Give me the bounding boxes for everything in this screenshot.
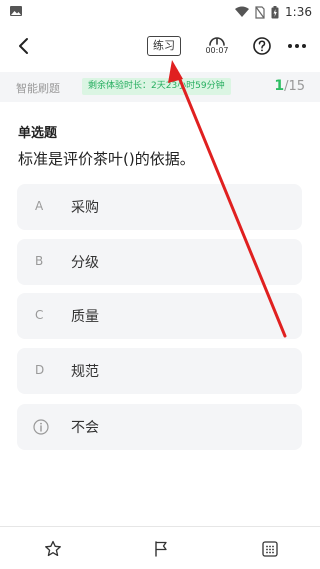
more-options-icon[interactable] — [287, 42, 307, 50]
timer[interactable]: 00:07 — [202, 34, 232, 64]
status-bar: 1:36 — [0, 0, 320, 24]
dont-know-label: 不会 — [71, 420, 99, 436]
option-c[interactable]: C 质量 — [17, 293, 302, 339]
battery-icon — [271, 5, 279, 18]
dont-know-option[interactable]: 不会 — [17, 404, 302, 450]
image-icon — [10, 6, 22, 16]
stopwatch-icon — [209, 37, 225, 46]
star-icon[interactable] — [44, 540, 62, 558]
flag-icon[interactable] — [152, 540, 170, 558]
option-b[interactable]: B 分级 — [17, 239, 302, 285]
status-time: 1:36 — [285, 5, 312, 19]
option-d[interactable]: D 规范 — [17, 348, 302, 394]
question-counter: 1/15 — [274, 78, 305, 94]
option-letter: B — [35, 254, 44, 268]
option-text: 规范 — [71, 364, 99, 380]
total-questions: /15 — [284, 79, 305, 94]
info-icon — [33, 419, 49, 435]
question-type: 单选题 — [18, 126, 58, 141]
option-text: 质量 — [71, 309, 99, 325]
practice-mode-button[interactable]: 练习 — [147, 36, 181, 56]
answer-sheet-icon[interactable] — [261, 540, 279, 558]
info-bar: 智能刷题 剩余体验时长：2天23小时59分钟 1/15 — [0, 72, 320, 102]
back-arrow-icon[interactable] — [14, 36, 34, 56]
wifi-icon — [235, 6, 250, 17]
no-sim-icon — [255, 5, 265, 19]
timer-value: 00:07 — [205, 46, 229, 55]
help-icon[interactable] — [252, 36, 272, 56]
option-letter: C — [35, 308, 44, 322]
bottom-bar — [0, 526, 320, 569]
current-question-number: 1 — [274, 78, 285, 94]
option-a[interactable]: A 采购 — [17, 184, 302, 230]
option-text: 采购 — [71, 200, 99, 216]
option-letter: A — [35, 199, 44, 213]
top-bar: 练习 00:07 — [0, 24, 320, 70]
mode-title: 智能刷题 — [16, 82, 60, 95]
question-text: 标准是评价茶叶()的依据。 — [18, 150, 195, 168]
trial-time-badge: 剩余体验时长：2天23小时59分钟 — [82, 78, 231, 95]
option-text: 分级 — [71, 255, 99, 271]
option-letter: D — [35, 363, 45, 377]
